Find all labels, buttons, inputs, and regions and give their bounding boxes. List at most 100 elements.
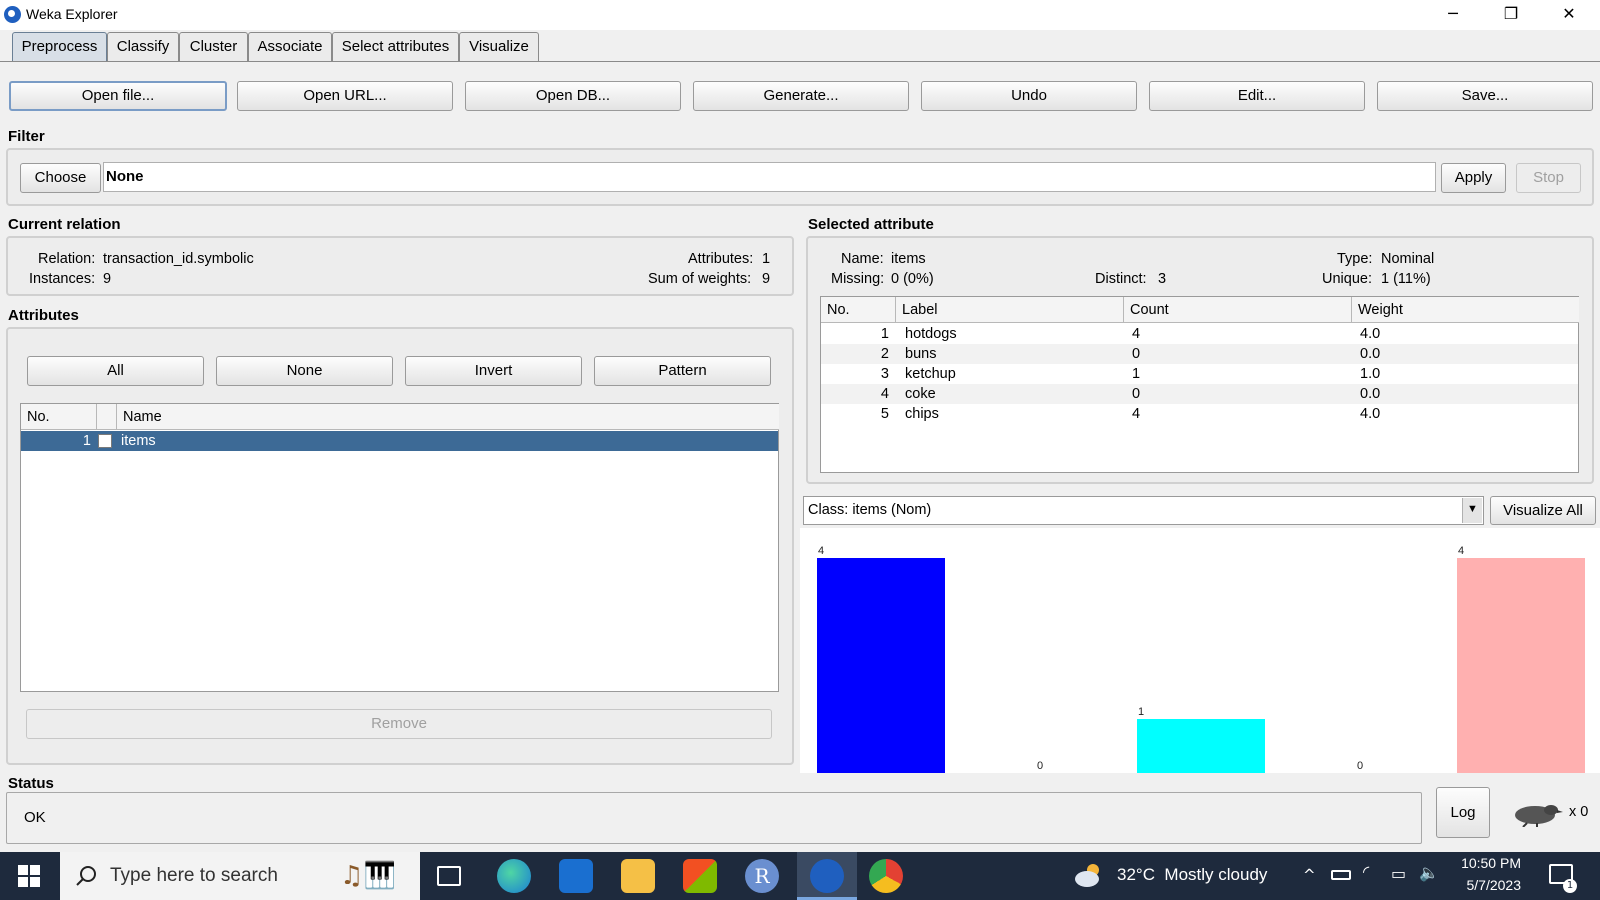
minimize-button[interactable]: ─ bbox=[1424, 0, 1482, 30]
label-name: coke bbox=[905, 386, 936, 402]
attributes-label: Attributes bbox=[8, 307, 79, 324]
apply-button[interactable]: Apply bbox=[1441, 163, 1506, 193]
label-weight: 0.0 bbox=[1360, 386, 1381, 402]
label-count: 0 bbox=[1132, 346, 1141, 362]
row-name: items bbox=[121, 433, 156, 449]
table-row[interactable]: 4 coke 0 0.0 bbox=[821, 384, 1578, 404]
clock-time[interactable]: 10:50 PM bbox=[1459, 855, 1521, 871]
status-label: Status bbox=[8, 775, 54, 792]
pattern-button[interactable]: Pattern bbox=[594, 356, 771, 386]
col-label-header[interactable]: Label bbox=[896, 297, 1124, 323]
col-no-header[interactable]: No. bbox=[821, 297, 896, 323]
table-row[interactable]: 1 items bbox=[21, 431, 778, 451]
type-value: Nominal bbox=[1381, 251, 1435, 267]
distinct-label: Distinct: bbox=[1095, 271, 1147, 287]
histogram-value-label: 1 bbox=[1138, 706, 1145, 718]
choose-filter-button[interactable]: Choose bbox=[20, 163, 101, 193]
col-no-header[interactable]: No. bbox=[21, 404, 97, 430]
r-app-icon[interactable]: R bbox=[745, 859, 779, 893]
log-button[interactable]: Log bbox=[1436, 787, 1490, 838]
table-row[interactable]: 3 ketchup 1 1.0 bbox=[821, 364, 1578, 384]
chevron-down-icon[interactable]: ▼ bbox=[1462, 498, 1482, 523]
label-count: 0 bbox=[1132, 386, 1141, 402]
close-button[interactable]: ✕ bbox=[1540, 0, 1598, 30]
unique-label: Unique: bbox=[1322, 271, 1372, 287]
tab-bar: Preprocess Classify Cluster Associate Se… bbox=[0, 30, 1600, 62]
weather-text: 32°C Mostly cloudy bbox=[1117, 865, 1268, 884]
table-row[interactable]: 2 buns 0 0.0 bbox=[821, 344, 1578, 364]
row-checkbox[interactable] bbox=[98, 434, 112, 448]
visualize-all-button[interactable]: Visualize All bbox=[1490, 496, 1596, 525]
attributes-count-label: Attributes: bbox=[688, 251, 754, 267]
histogram-value-label: 4 bbox=[818, 545, 825, 557]
distinct-value: 3 bbox=[1158, 271, 1167, 287]
volume-muted-icon[interactable]: 🔈 bbox=[1419, 863, 1439, 882]
col-check-header[interactable] bbox=[97, 404, 117, 430]
relation-value: transaction_id.symbolic bbox=[103, 251, 254, 267]
battery-icon[interactable] bbox=[1331, 870, 1351, 880]
task-count: x 0 bbox=[1569, 804, 1589, 820]
invert-button[interactable]: Invert bbox=[405, 356, 582, 386]
current-relation-label: Current relation bbox=[8, 216, 121, 233]
col-weight-header[interactable]: Weight bbox=[1352, 297, 1579, 323]
relation-label: Relation: bbox=[38, 251, 96, 267]
sum-weights-value: 9 bbox=[762, 271, 771, 287]
tab-associate[interactable]: Associate bbox=[248, 32, 332, 61]
selected-attribute-label: Selected attribute bbox=[808, 216, 934, 233]
weka-bird-icon bbox=[1507, 801, 1563, 828]
label-no: 5 bbox=[880, 406, 889, 422]
undo-button[interactable]: Undo bbox=[921, 81, 1137, 111]
instances-value: 9 bbox=[103, 271, 112, 287]
label-no: 1 bbox=[880, 326, 889, 342]
select-all-button[interactable]: All bbox=[27, 356, 204, 386]
col-count-header[interactable]: Count bbox=[1124, 297, 1352, 323]
label-name: buns bbox=[905, 346, 937, 362]
open-db-button[interactable]: Open DB... bbox=[465, 81, 681, 111]
task-view-icon[interactable] bbox=[437, 866, 461, 886]
edge-icon[interactable] bbox=[497, 859, 531, 893]
open-url-button[interactable]: Open URL... bbox=[237, 81, 453, 111]
remove-button[interactable]: Remove bbox=[26, 709, 772, 739]
label-weight: 4.0 bbox=[1360, 406, 1381, 422]
label-name: chips bbox=[905, 406, 939, 422]
windows-start-icon[interactable] bbox=[18, 865, 40, 887]
file-explorer-icon[interactable] bbox=[621, 859, 655, 893]
select-none-button[interactable]: None bbox=[216, 356, 393, 386]
histogram-value-label: 0 bbox=[1357, 760, 1364, 772]
attributes-table: No. Name 1 items bbox=[20, 403, 779, 692]
tab-visualize[interactable]: Visualize bbox=[459, 32, 539, 61]
generate-button[interactable]: Generate... bbox=[693, 81, 909, 111]
notification-badge: 1 bbox=[1563, 879, 1577, 893]
weka-app-icon[interactable] bbox=[810, 859, 844, 893]
stop-button[interactable]: Stop bbox=[1516, 163, 1581, 193]
store-icon[interactable] bbox=[683, 859, 717, 893]
window-title: Weka Explorer bbox=[26, 6, 118, 22]
missing-label: Missing: bbox=[831, 271, 885, 287]
tab-preprocess[interactable]: Preprocess bbox=[12, 32, 107, 61]
histogram-bar-ketchup bbox=[1137, 719, 1265, 773]
tab-select-attributes[interactable]: Select attributes bbox=[332, 32, 459, 61]
filter-field[interactable]: None bbox=[103, 162, 1436, 192]
edit-button[interactable]: Edit... bbox=[1149, 81, 1365, 111]
chrome-icon[interactable] bbox=[869, 859, 903, 893]
label-no: 4 bbox=[880, 386, 889, 402]
device-icon[interactable]: ▭ bbox=[1391, 864, 1406, 883]
mail-icon[interactable] bbox=[559, 859, 593, 893]
tab-cluster[interactable]: Cluster bbox=[179, 32, 248, 61]
tab-classify[interactable]: Classify bbox=[107, 32, 179, 61]
table-row[interactable]: 5 chips 4 4.0 bbox=[821, 404, 1578, 424]
clock-date[interactable]: 5/7/2023 bbox=[1459, 877, 1522, 893]
taskbar-search[interactable]: Type here to search ♫🎹 bbox=[60, 852, 420, 900]
attributes-count-value: 1 bbox=[762, 251, 771, 267]
chevron-up-icon[interactable]: ^ bbox=[1303, 866, 1316, 884]
class-select[interactable]: Class: items (Nom) ▼ bbox=[803, 496, 1484, 525]
open-file-button[interactable]: Open file... bbox=[9, 81, 227, 111]
attr-name-label: Name: bbox=[841, 251, 884, 267]
wifi-icon[interactable]: ◜ bbox=[1363, 862, 1369, 881]
col-name-header[interactable]: Name bbox=[117, 404, 779, 430]
table-row[interactable]: 1 hotdogs 4 4.0 bbox=[821, 324, 1578, 344]
histogram-value-label: 0 bbox=[1037, 760, 1044, 772]
maximize-button[interactable]: ❐ bbox=[1482, 0, 1540, 30]
weather-cloud-icon bbox=[1073, 862, 1105, 888]
save-button[interactable]: Save... bbox=[1377, 81, 1593, 111]
